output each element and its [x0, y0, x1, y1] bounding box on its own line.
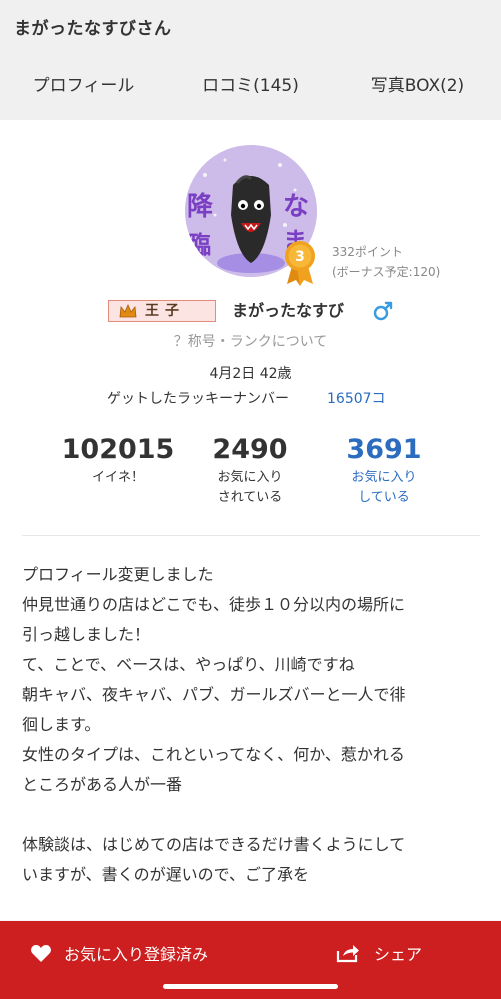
stat-favoriting-label[interactable]: お気に入り している: [324, 468, 444, 508]
stat-likes-value: 102015: [61, 434, 175, 465]
stat-likes-label: イイネ！: [91, 470, 144, 485]
share-button-label: シェア: [374, 945, 423, 964]
tab-bar: プロフィール ロコミ(145) 写真BOX(2): [0, 56, 501, 176]
stat-favorited-by-label: お気に入り されている: [190, 468, 310, 508]
stat-favoriting-label-line2[interactable]: している: [324, 488, 444, 508]
title-badge-label: 王子: [145, 303, 185, 319]
bio-line: ところがある人が一番: [22, 775, 183, 794]
bio-line: て、ことで、ベースは、やっぱり、川崎ですね: [22, 655, 355, 674]
lucky-number-value[interactable]: 16507コ: [327, 388, 386, 408]
svg-text:な: な: [283, 192, 309, 222]
top-bar: まがったなすびさん: [0, 0, 501, 56]
male-icon: [373, 301, 393, 321]
tab-profile[interactable]: プロフィール: [0, 56, 167, 120]
share-icon: [336, 945, 359, 963]
section-divider: [22, 535, 480, 536]
birthday-age: 4月2日 42歳: [209, 366, 292, 382]
points-info: 332ポイント (ボーナス予定:120): [332, 242, 440, 282]
stat-favorited-by: 2490 お気に入り されている: [190, 433, 310, 508]
points-value: 332ポイント: [332, 245, 403, 259]
bio-line: プロフィール変更しました: [22, 565, 214, 584]
stat-likes: 102015 イイネ！: [60, 433, 176, 488]
title-badge: 王子: [108, 300, 216, 322]
bio-line: 徊します。: [22, 715, 101, 734]
stat-favorited-by-label-line2: されている: [217, 490, 283, 505]
crown-icon: [119, 303, 137, 318]
stat-favorited-by-value: 2490: [212, 434, 288, 465]
favorite-button-label: お気に入り登録済み: [64, 945, 209, 964]
rank-number: 3: [295, 249, 305, 265]
bio-line: 体験談は、はじめての店はできるだけ書くようにして: [22, 835, 406, 854]
stat-favoriting-label-line1[interactable]: お気に入り: [324, 468, 444, 488]
stat-favoriting-value[interactable]: 3691: [324, 433, 444, 467]
stat-favorited-by-label-line1: お気に入り: [217, 470, 283, 485]
heart-icon: [31, 945, 51, 962]
bio-paragraph-gap: [22, 800, 482, 830]
share-button[interactable]: シェア: [336, 938, 422, 968]
profile-bio: プロフィール変更しました 仲見世通りの店はどこでも、徒歩１０分以内の場所に 引っ…: [22, 560, 482, 890]
bonus-points: (ボーナス予定:120): [332, 265, 441, 279]
rank-info-link[interactable]: ？称号・ランクについて: [0, 331, 501, 351]
home-indicator: [163, 984, 338, 989]
bio-line: 女性のタイプは、これといってなく、何か、惹かれる: [22, 745, 405, 764]
lucky-number-label: ゲットしたラッキーナンバー: [107, 391, 289, 407]
username: まがったなすび: [232, 301, 345, 320]
stat-favoriting[interactable]: 3691 お気に入り している: [324, 433, 444, 508]
favorite-button[interactable]: お気に入り登録済み: [30, 938, 208, 968]
bio-line: 朝キャバ、夜キャバ、パブ、ガールズバーと一人で徘: [22, 685, 406, 704]
bio-line: 仲見世通りの店はどこでも、徒歩１０分以内の場所に: [22, 595, 406, 614]
tab-reviews[interactable]: ロコミ(145): [167, 56, 334, 120]
bio-line: いますが、書くのが遅いので、ご了承を: [22, 865, 310, 884]
page-title: まがったなすびさん: [14, 19, 172, 39]
bio-line: 引っ越しました！: [22, 625, 151, 644]
svg-text:降: 降: [187, 192, 214, 222]
tab-photo-box[interactable]: 写真BOX(2): [334, 56, 501, 120]
